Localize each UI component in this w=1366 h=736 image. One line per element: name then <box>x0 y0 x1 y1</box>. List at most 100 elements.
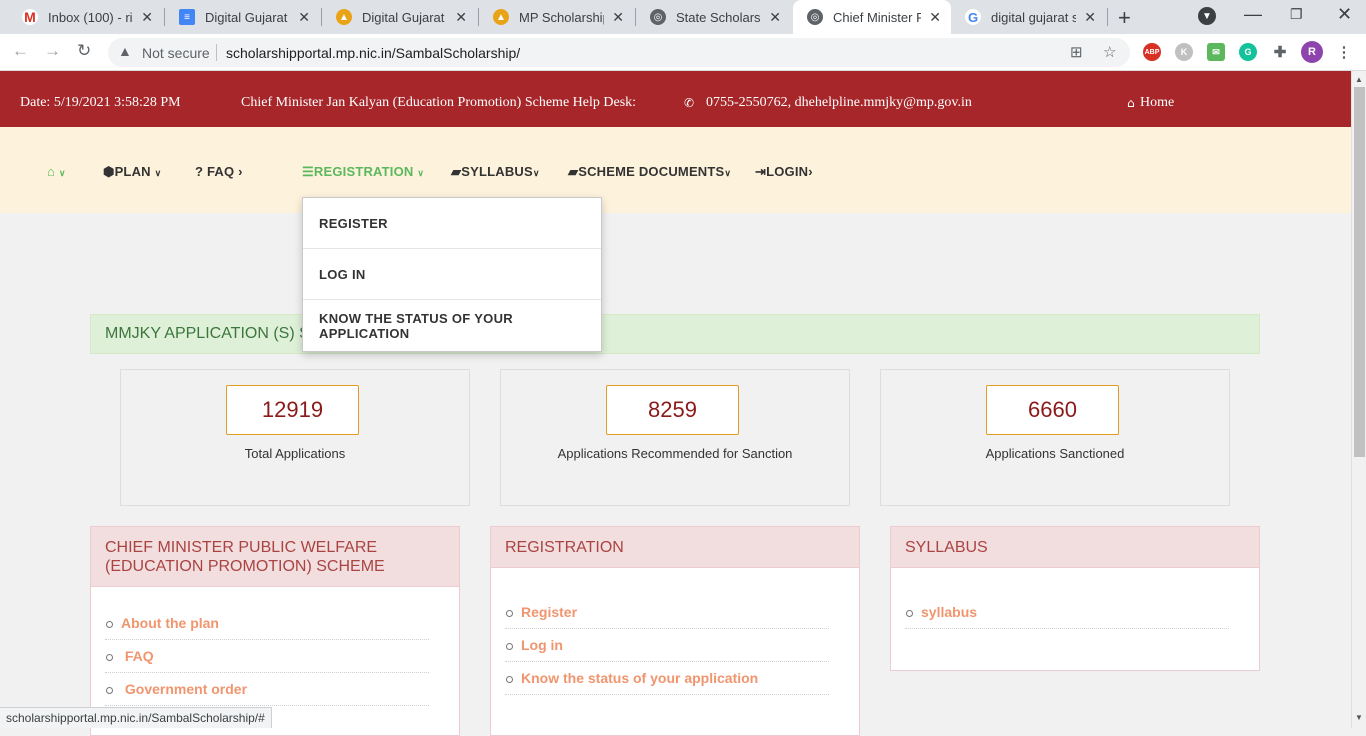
close-icon[interactable]: ✕ <box>141 9 153 26</box>
book-icon: ▰ <box>568 164 579 179</box>
tab-title: State Scholarship <box>676 9 761 25</box>
link-know-status[interactable]: Know the status of your application <box>505 662 829 695</box>
menu-plan[interactable]: ⬢PLAN ∨ <box>103 164 161 180</box>
stat-total-applications: 12919 Total Applications <box>120 369 470 506</box>
translate-icon[interactable]: ⊞ <box>1070 43 1083 61</box>
stat-sanctioned: 6660 Applications Sanctioned <box>880 369 1230 506</box>
menu-kebab-icon[interactable]: ⋮ <box>1335 43 1353 61</box>
link-register[interactable]: Register <box>505 596 829 629</box>
link-login[interactable]: Log in <box>505 629 829 662</box>
tab-title: Chief Minister Pul <box>833 9 922 25</box>
close-icon[interactable]: ✕ <box>929 9 941 26</box>
helpdesk-text: Chief Minister Jan Kalyan (Education Pro… <box>241 95 637 110</box>
menu-registration[interactable]: ☰REGISTRATION ∨ <box>302 164 424 180</box>
panel-heading: CHIEF MINISTER PUBLIC WELFARE (EDUCATION… <box>91 527 459 587</box>
new-tab-button[interactable]: + <box>1118 5 1131 31</box>
close-icon[interactable]: ✕ <box>1084 9 1096 26</box>
link-syllabus[interactable]: syllabus <box>905 596 1229 629</box>
not-secure-label[interactable]: Not secure <box>142 45 210 61</box>
menu-scheme-documents-label: SCHEME DOCUMENTS <box>578 164 725 179</box>
tab-digital-gujarat-login[interactable]: ≡ Digital Gujarat Lo ✕ <box>165 0 320 34</box>
scheme-panel: CHIEF MINISTER PUBLIC WELFARE (EDUCATION… <box>90 526 460 736</box>
chevron-down-icon: ∨ <box>532 168 540 178</box>
tab-state-scholarship[interactable]: ◎ State Scholarship ✕ <box>636 0 791 34</box>
back-icon[interactable]: ← <box>12 41 29 61</box>
menu-home[interactable]: ⌂ ∨ <box>47 164 66 179</box>
minimize-icon[interactable]: — <box>1244 4 1262 25</box>
globe-icon: ◎ <box>650 9 666 25</box>
tab-search-icon[interactable]: ▼ <box>1198 7 1216 25</box>
link-government-order[interactable]: Government order <box>105 673 429 706</box>
scrollbar-thumb[interactable] <box>1354 87 1365 457</box>
menu-syllabus[interactable]: ▰SYLLABUS∨ <box>451 164 540 180</box>
scholar-icon: ▲ <box>493 9 509 25</box>
stat-recommended: 8259 Applications Recommended for Sancti… <box>500 369 850 506</box>
warning-icon[interactable]: ▲ <box>118 43 132 59</box>
page-scrollbar[interactable]: ▲ ▼ <box>1351 71 1366 728</box>
stat-label: Applications Recommended for Sanction <box>557 446 793 461</box>
close-icon[interactable]: ✕ <box>455 9 467 26</box>
tab-google-search[interactable]: G digital gujarat sch ✕ <box>951 0 1106 34</box>
panel-heading: REGISTRATION <box>491 527 859 568</box>
tab-chief-minister[interactable]: ◎ Chief Minister Pul ✕ <box>793 0 951 34</box>
close-icon[interactable]: ✕ <box>612 9 624 26</box>
menu-scheme-documents[interactable]: ▰SCHEME DOCUMENTS∨ <box>568 164 731 180</box>
extensions-icon[interactable]: ✚ <box>1271 43 1289 61</box>
tab-digital-gujarat-re[interactable]: ▲ Digital Gujarat Re ✕ <box>322 0 477 34</box>
tab-mp-scholarship[interactable]: ▲ MP Scholarship 2( ✕ <box>479 0 634 34</box>
reload-icon[interactable]: ↻ <box>77 41 91 61</box>
close-window-icon[interactable]: ✕ <box>1337 4 1352 25</box>
menu-login-label: LOGIN <box>766 164 809 179</box>
home-link[interactable]: Home <box>1140 95 1174 111</box>
browser-toolbar: ← → ↻ ▲ Not secure scholarshipportal.mp.… <box>0 34 1366 71</box>
k-extension-icon[interactable]: K <box>1175 43 1193 61</box>
date-text: Date: 5/19/2021 3:58:28 PM <box>20 95 181 110</box>
scholar-icon: ▲ <box>336 9 352 25</box>
syllabus-links: syllabus <box>891 568 1259 629</box>
tab-separator <box>1107 8 1108 26</box>
registration-dropdown: REGISTER LOG IN KNOW THE STATUS OF YOUR … <box>302 197 602 352</box>
status-banner-text: MMJKY APPLICATION (S) S <box>105 325 310 342</box>
main-menu-bar: ⌂ ∨ ⬢PLAN ∨ ? FAQ › ☰REGISTRATION ∨ ▰SYL… <box>0 127 1351 213</box>
browser-tabstrip: M Inbox (100) - rinc ✕ ≡ Digital Gujarat… <box>0 0 1366 34</box>
url-text[interactable]: scholarshipportal.mp.nic.in/SambalSchola… <box>226 45 520 61</box>
scheme-links: About the plan FAQ Government order <box>91 587 459 706</box>
registration-links: Register Log in Know the status of your … <box>491 568 859 695</box>
stat-value: 8259 <box>606 385 739 435</box>
dropdown-know-status[interactable]: KNOW THE STATUS OF YOUR APPLICATION <box>303 300 601 351</box>
address-bar[interactable]: ▲ Not secure scholarshipportal.mp.nic.in… <box>108 38 1130 67</box>
tab-title: Digital Gujarat Re <box>362 9 447 25</box>
google-icon: G <box>965 9 981 25</box>
restore-icon[interactable]: ❐ <box>1290 6 1303 23</box>
tab-gmail[interactable]: M Inbox (100) - rinc ✕ <box>8 0 163 34</box>
book-icon: ▰ <box>451 164 462 179</box>
list-icon: ☰ <box>302 164 314 179</box>
scroll-up-icon[interactable]: ▲ <box>1355 75 1363 84</box>
chevron-right-icon: › <box>808 164 813 179</box>
menu-faq[interactable]: ? FAQ › <box>195 164 243 179</box>
link-about-plan[interactable]: About the plan <box>105 607 429 640</box>
cube-icon: ⬢ <box>103 164 115 179</box>
globe-icon: ◎ <box>807 9 823 25</box>
forward-icon[interactable]: → <box>44 41 61 61</box>
link-faq[interactable]: FAQ <box>105 640 429 673</box>
home-icon[interactable]: ⌂ <box>1127 96 1135 110</box>
close-icon[interactable]: ✕ <box>769 9 781 26</box>
profile-avatar[interactable]: R <box>1301 41 1323 63</box>
tab-title: Digital Gujarat Lo <box>205 9 290 25</box>
dropdown-register[interactable]: REGISTER <box>303 198 601 249</box>
star-icon[interactable]: ☆ <box>1103 43 1116 61</box>
menu-registration-label: REGISTRATION <box>313 164 414 179</box>
dropdown-login[interactable]: LOG IN <box>303 249 601 300</box>
chevron-right-icon: › <box>238 164 243 179</box>
inbox-extension-icon[interactable]: ✉ <box>1207 43 1225 61</box>
grammarly-icon[interactable]: G <box>1239 43 1257 61</box>
divider <box>216 44 217 61</box>
adblock-icon[interactable]: ABP <box>1143 43 1161 61</box>
menu-plan-label: PLAN <box>114 164 151 179</box>
tab-title: MP Scholarship 2( <box>519 9 605 25</box>
close-icon[interactable]: ✕ <box>298 9 310 26</box>
menu-login[interactable]: ⇥LOGIN› <box>755 164 813 180</box>
scroll-down-icon[interactable]: ▼ <box>1355 713 1363 722</box>
site-header-bar: Date: 5/19/2021 3:58:28 PM Chief Ministe… <box>0 71 1351 127</box>
